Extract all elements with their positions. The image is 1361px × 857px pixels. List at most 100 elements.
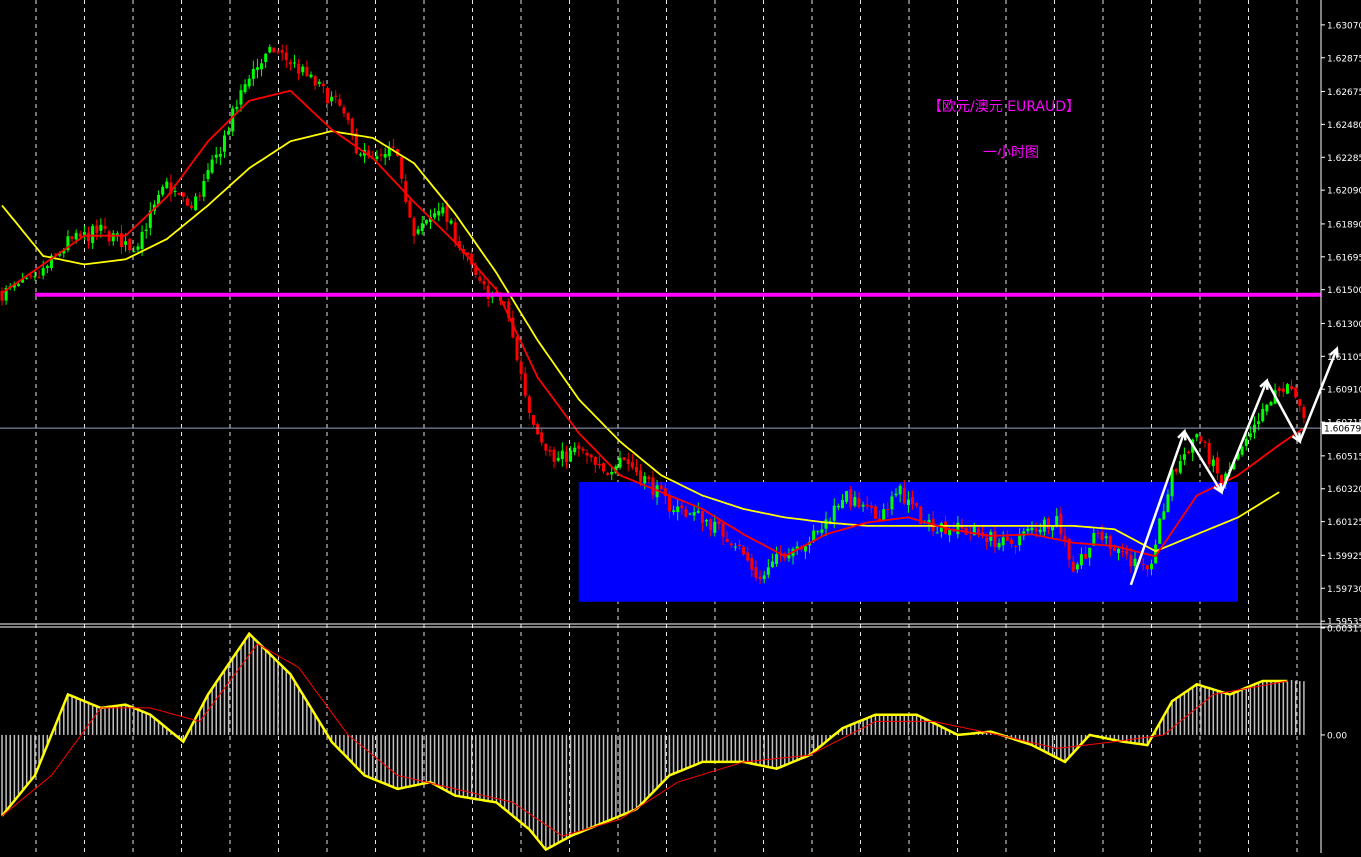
candle-body [548, 450, 552, 452]
candle-body [424, 219, 428, 224]
candle-body [564, 451, 568, 462]
candle-body [1075, 564, 1079, 570]
candle-body [713, 521, 717, 533]
candle-body [754, 567, 758, 578]
candle-body [902, 487, 906, 504]
candle-body [857, 498, 861, 508]
candle-body [1096, 532, 1100, 534]
candle-body [478, 276, 482, 281]
candle-body [284, 52, 288, 60]
candle-body [985, 537, 989, 543]
price-tick-label: 1.61500 [1327, 286, 1361, 296]
candle-body [803, 546, 807, 552]
candle-body [185, 198, 189, 206]
candle-body [1059, 513, 1063, 535]
candle-body [37, 277, 41, 279]
candle-body [33, 276, 37, 278]
price-tick-label: 1.62480 [1327, 121, 1361, 131]
candle-body [342, 107, 346, 114]
candle-body [700, 510, 704, 524]
candle-body [1187, 452, 1191, 454]
candle-body [45, 265, 49, 269]
candle-body [338, 99, 342, 106]
candle-body [260, 63, 264, 70]
candle-body [1281, 388, 1285, 393]
candle-body [206, 170, 210, 179]
candle-body [1104, 536, 1108, 539]
candle-body [890, 496, 894, 510]
candle-body [766, 567, 770, 575]
price-tick-label: 1.63070 [1327, 21, 1361, 31]
candle-body [1063, 535, 1067, 541]
candle-body [1112, 547, 1116, 551]
candle-body [948, 529, 952, 536]
candle-body [531, 415, 535, 425]
candle-body [536, 424, 540, 435]
candle-body [618, 457, 622, 468]
candle-body [1302, 406, 1306, 419]
candle-body [993, 531, 997, 547]
candle-body [911, 497, 915, 505]
candle-body [1100, 531, 1104, 540]
candle-body [503, 301, 507, 303]
candle-body [853, 497, 857, 506]
candle-body [70, 236, 74, 239]
candle-body [1244, 438, 1248, 446]
candle-body [445, 205, 449, 223]
candle-body [1203, 441, 1207, 443]
chart-title: 【欧元/澳元 EURAUD】 [928, 99, 1081, 115]
candle-body [1248, 433, 1252, 438]
candle-body [441, 207, 445, 214]
price-tick-label: 1.61890 [1327, 220, 1361, 230]
candle-body [301, 66, 305, 73]
candle-body [161, 187, 165, 195]
candle-body [437, 211, 441, 216]
candle-body [25, 277, 29, 279]
candle-body [1166, 494, 1170, 512]
candle-body [651, 477, 655, 495]
candle-body [610, 471, 614, 475]
candle-body [861, 504, 865, 507]
candle-body [420, 223, 424, 232]
candle-body [78, 233, 82, 237]
candle-body [820, 529, 824, 533]
candle-body [647, 477, 651, 480]
candle-body [173, 190, 177, 192]
price-tick-label: 1.60515 [1327, 452, 1361, 462]
candle-body [746, 552, 750, 561]
candle-body [540, 432, 544, 443]
candle-body [581, 448, 585, 451]
candle-body [1277, 388, 1281, 391]
candle-body [111, 233, 115, 242]
candle-body [317, 81, 321, 84]
candle-body [1071, 561, 1075, 572]
candle-body [836, 505, 840, 508]
candle-body [140, 231, 144, 249]
candle-body [1051, 526, 1055, 531]
price-tick-label: 1.60910 [1327, 386, 1361, 396]
candle-body [849, 488, 853, 507]
candle-body [132, 251, 136, 253]
candle-body [552, 449, 556, 462]
candle-body [433, 213, 437, 218]
candle-body [684, 509, 688, 517]
candle-body [482, 280, 486, 285]
candle-body [1030, 527, 1034, 531]
price-tick-label: 1.60125 [1327, 518, 1361, 528]
price-tick-label: 1.61695 [1327, 253, 1361, 263]
candle-body [1034, 528, 1038, 532]
candle-body [676, 506, 680, 513]
candle-body [1145, 565, 1149, 570]
candle-body [956, 522, 960, 534]
candle-body [325, 87, 329, 104]
candle-body [787, 555, 791, 559]
candle-body [297, 63, 301, 74]
candle-body [379, 154, 383, 156]
candle-body [770, 561, 774, 568]
candle-body [742, 546, 746, 555]
candle-body [136, 246, 140, 250]
candle-body [824, 519, 828, 529]
candle-body [639, 470, 643, 482]
candle-body [1211, 459, 1215, 466]
candle-body [602, 463, 606, 472]
